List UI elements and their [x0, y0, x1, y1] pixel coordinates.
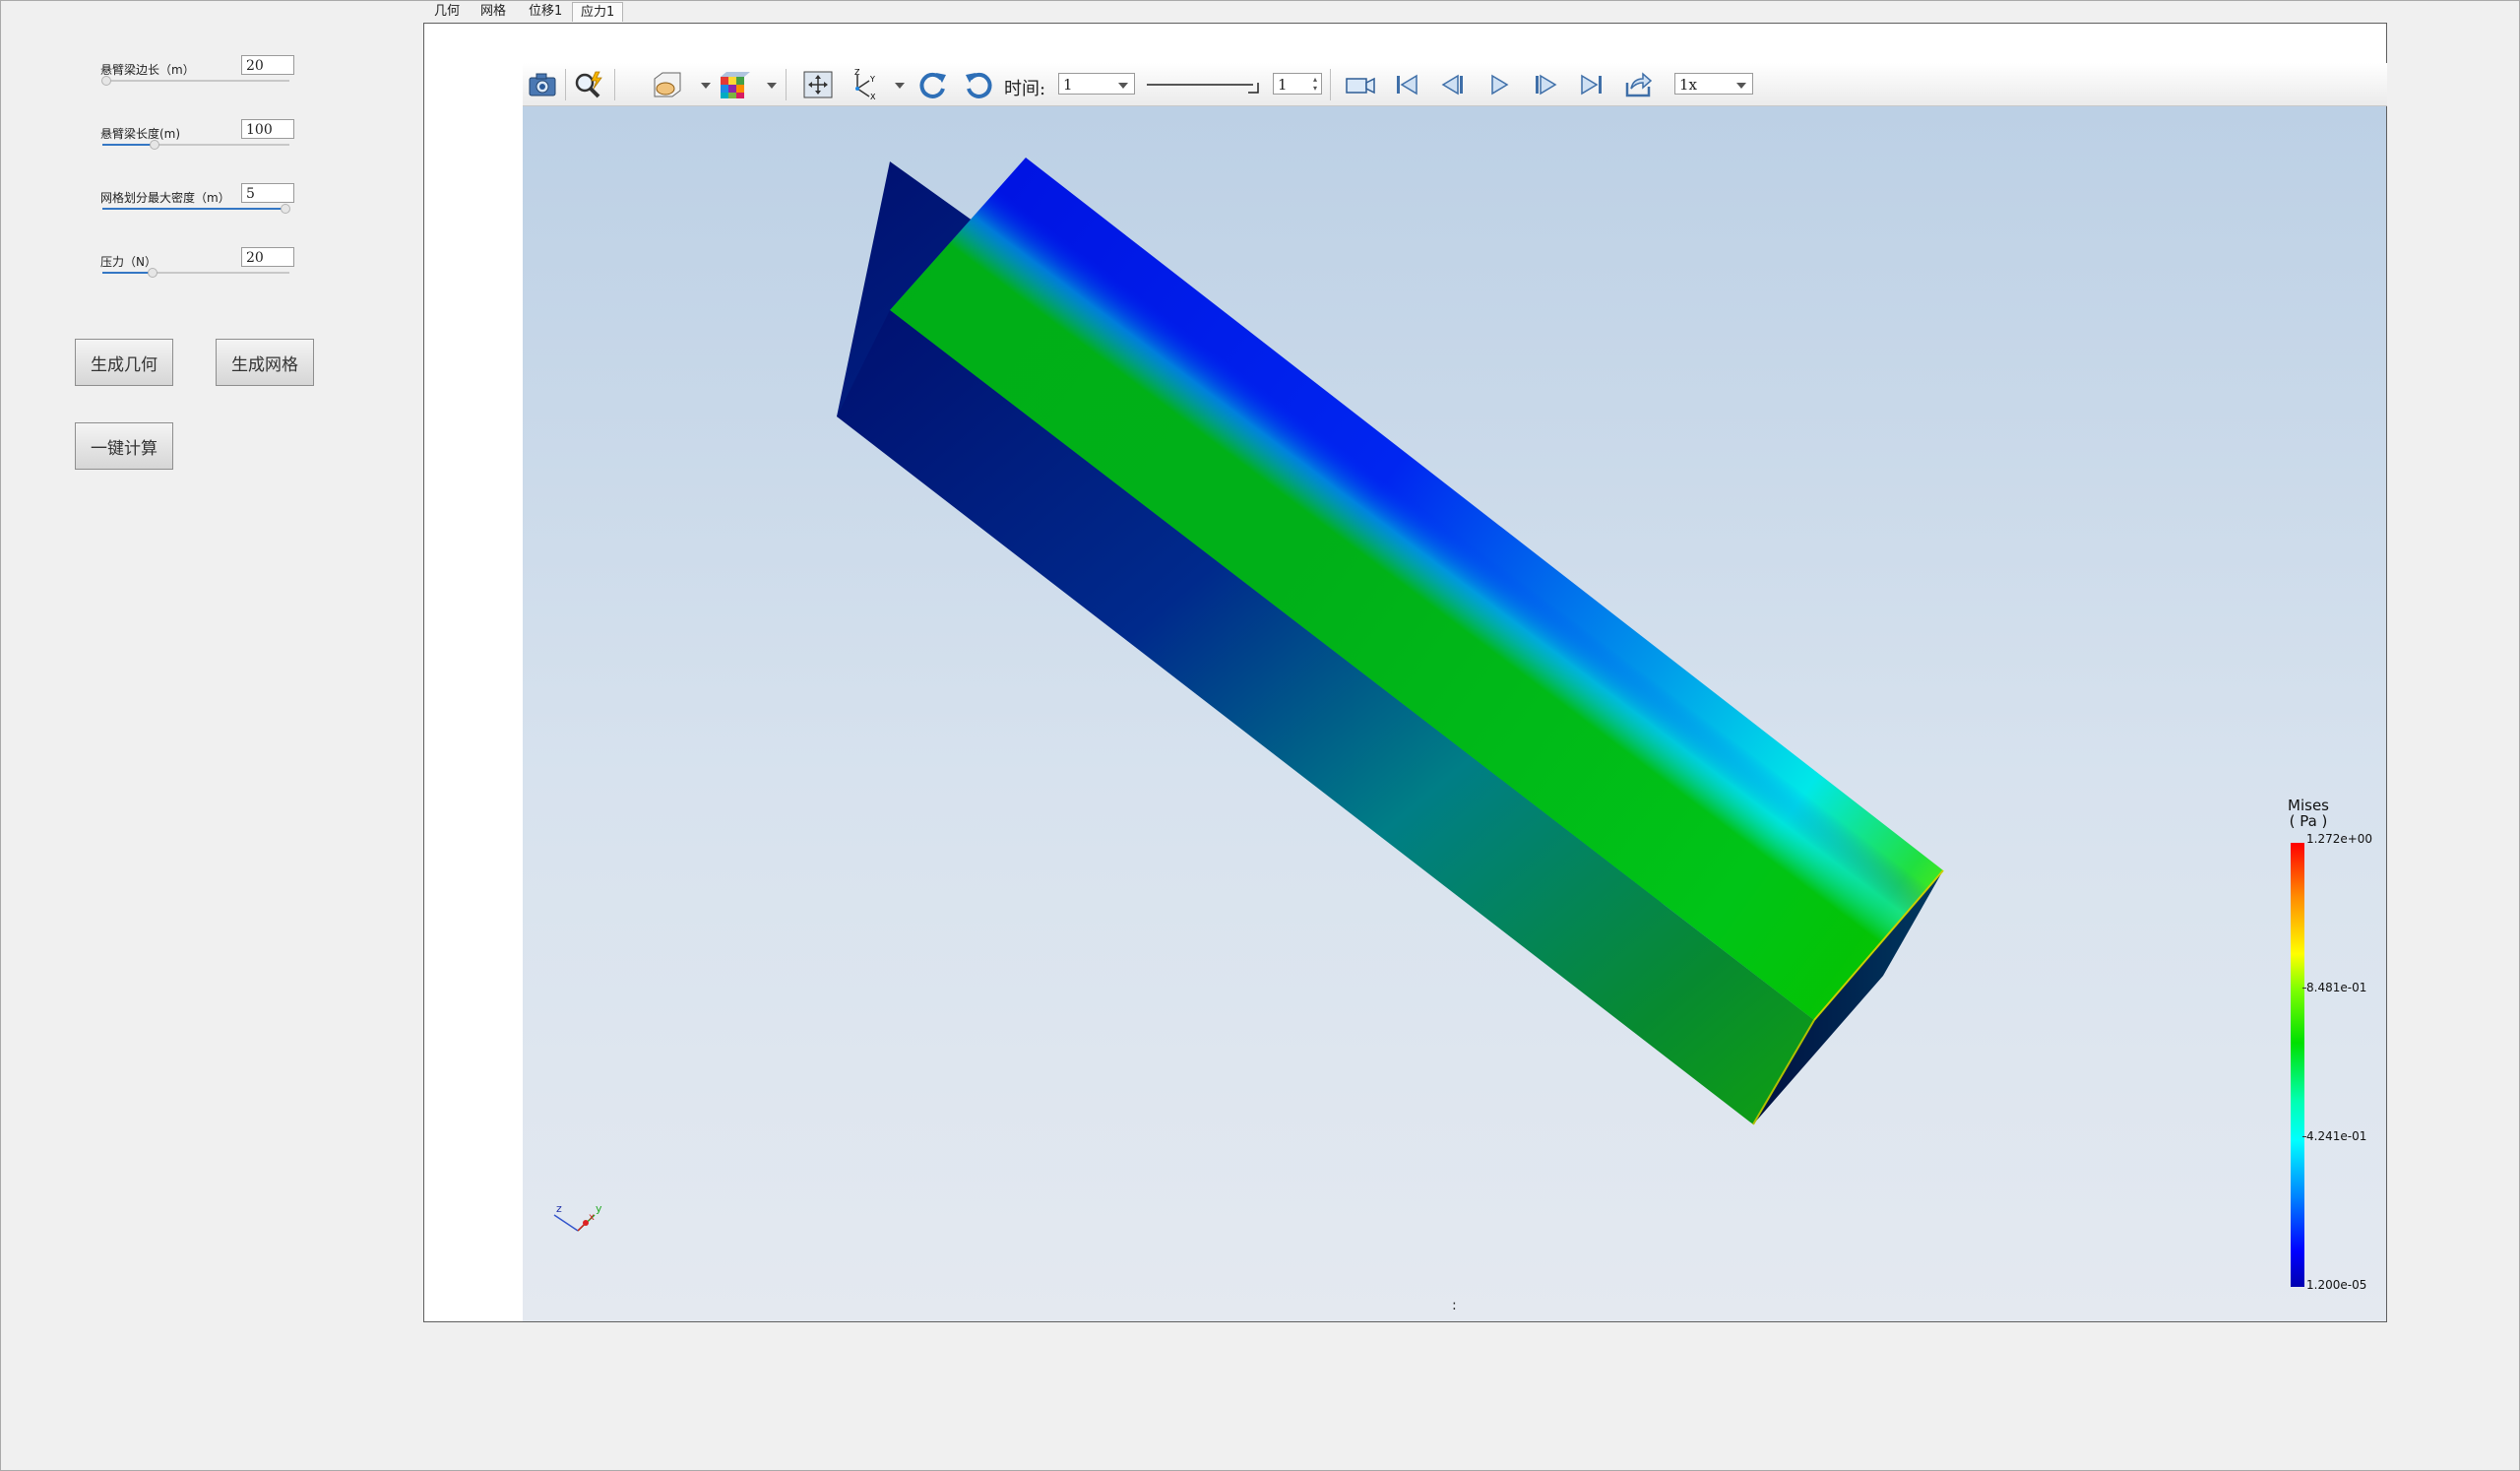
legend-tick	[2302, 988, 2306, 989]
frame-spinbox-value: 1	[1278, 76, 1288, 94]
rotate-cw-icon[interactable]	[916, 69, 950, 100]
slider-thumb[interactable]	[100, 76, 111, 86]
speed-select[interactable]: 1x	[1674, 73, 1753, 95]
time-select-value: 1	[1063, 76, 1073, 94]
time-label: 时间:	[1004, 79, 1046, 99]
clip-icon[interactable]	[651, 69, 684, 100]
next-frame-icon[interactable]	[1529, 69, 1562, 100]
camera-icon[interactable]	[526, 69, 559, 100]
one-click-compute-button[interactable]: 一键计算	[75, 422, 173, 470]
param-label: 悬臂梁边长（m）	[100, 63, 195, 77]
zoom-icon[interactable]	[572, 69, 605, 100]
param-label: 网格划分最大密度（m）	[100, 191, 230, 205]
slider-fill	[102, 144, 156, 146]
display-mode-dropdown-icon[interactable]	[767, 83, 777, 89]
chevron-down-icon	[1118, 83, 1128, 89]
slider-fill	[102, 272, 154, 274]
clip-dropdown-icon[interactable]	[701, 83, 711, 89]
render-viewport[interactable]: z y x	[523, 106, 2386, 1321]
fit-view-icon[interactable]	[801, 69, 835, 100]
toolbar-separator	[614, 69, 615, 100]
edge-length-slider[interactable]	[100, 76, 289, 86]
first-frame-icon[interactable]	[1390, 69, 1423, 100]
time-select[interactable]: 1	[1058, 73, 1135, 95]
speed-select-value: 1x	[1679, 76, 1698, 94]
frame-spinbox[interactable]: 1 ▴ ▾	[1273, 73, 1322, 95]
legend-label: 4.241e-01	[2306, 1129, 2367, 1143]
chevron-down-icon	[1736, 83, 1746, 89]
pressure-input[interactable]: 20	[241, 247, 294, 267]
beam-length-slider[interactable]	[102, 140, 289, 150]
orientation-triad: z y x	[553, 1202, 602, 1232]
tab-stress[interactable]: 应力1	[572, 2, 624, 22]
tab-geometry[interactable]: 几何	[426, 2, 468, 22]
axis-y-label: y	[596, 1202, 602, 1215]
toolbar-separator	[1330, 69, 1331, 100]
svg-text:X: X	[870, 93, 876, 100]
mesh-density-slider[interactable]	[102, 204, 291, 214]
edge-length-input[interactable]: 20	[241, 55, 294, 75]
status-mark: :	[1452, 1298, 1457, 1313]
tab-mesh[interactable]: 网格	[472, 2, 514, 22]
slider-fill	[102, 208, 286, 210]
export-icon[interactable]	[1621, 69, 1655, 100]
legend-unit: ( Pa )	[2289, 812, 2328, 830]
tab-displacement[interactable]: 位移1	[521, 2, 570, 22]
legend-label-max: 1.272e+00	[2306, 832, 2373, 846]
toolbar-separator	[786, 69, 787, 100]
record-icon[interactable]	[1344, 69, 1377, 100]
axis-z-label: z	[556, 1202, 562, 1215]
axes-icon[interactable]: Z Y X	[848, 69, 881, 100]
param-label: 悬臂梁长度(m)	[100, 127, 181, 141]
mesh-density-input[interactable]: 5	[241, 183, 294, 203]
display-mode-icon[interactable]	[717, 69, 750, 100]
generate-geometry-button[interactable]: 生成几何	[75, 339, 173, 386]
legend-label-min: 1.200e-05	[2306, 1278, 2367, 1292]
svg-text:Y: Y	[869, 75, 875, 84]
axes-dropdown-icon[interactable]	[895, 83, 905, 89]
rotate-ccw-icon[interactable]	[962, 69, 995, 100]
spin-arrows-icon[interactable]: ▴ ▾	[1313, 75, 1317, 93]
time-slider[interactable]	[1145, 71, 1292, 98]
stress-colorbar	[2291, 843, 2304, 1287]
toolbar: Z Y X 时间: 1 1 ▴ ▾ 1x	[523, 63, 2387, 106]
legend-tick	[2302, 1136, 2306, 1137]
generate-mesh-button[interactable]: 生成网格	[216, 339, 314, 386]
axis-x-label: x	[589, 1212, 595, 1223]
pressure-slider[interactable]	[102, 268, 289, 278]
toolbar-separator	[565, 69, 566, 100]
svg-text:Z: Z	[854, 69, 860, 77]
play-icon[interactable]	[1482, 69, 1516, 100]
last-frame-icon[interactable]	[1575, 69, 1608, 100]
prev-frame-icon[interactable]	[1436, 69, 1470, 100]
param-label: 压力（N）	[100, 255, 157, 269]
stress-contour-beam	[837, 158, 1944, 1125]
legend-label: 8.481e-01	[2306, 981, 2367, 994]
beam-length-input[interactable]: 100	[241, 119, 294, 139]
